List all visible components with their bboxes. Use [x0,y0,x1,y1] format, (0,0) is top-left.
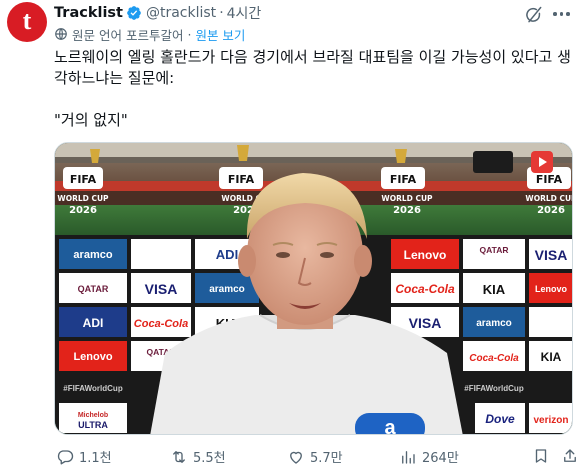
svg-text:QATAR: QATAR [480,245,509,255]
svg-text:Lenovo: Lenovo [404,248,447,262]
svg-text:ADI: ADI [216,247,238,262]
tweet-time[interactable]: 4시간 [227,3,262,23]
microphone: a [355,413,425,435]
mic-letter: a [384,417,396,435]
tweet-quote: "거의 없지" [54,111,128,129]
fifa-label: FIFA [70,173,97,186]
show-original-link[interactable]: 원본 보기 [195,25,245,44]
reply-icon [57,449,74,464]
fifa-label: FIFA [390,173,417,186]
bookmark-button[interactable] [532,447,555,465]
svg-text:Michelob: Michelob [78,412,108,419]
svg-text:Dove: Dove [485,412,515,426]
avatar-letter: t [22,6,32,35]
svg-text:aramco: aramco [209,284,245,295]
svg-text:Coca-Cola: Coca-Cola [469,353,519,364]
verified-badge-icon [127,6,141,20]
worldcup-label: WORLD CUP [381,194,433,203]
svg-text:Lenovo: Lenovo [73,351,112,363]
svg-text:VISA: VISA [409,315,442,331]
retweet-button[interactable]: 5.5천 [170,447,226,466]
tweet-media[interactable]: FIFA WORLD CUP 2026 FIFA WORLD CUP 2026 … [54,142,573,435]
share-icon [564,449,576,462]
fifa-label: FIFA [228,173,255,186]
reply-count: 1.1천 [79,451,112,466]
svg-text:verizon: verizon [533,415,568,426]
media-image: FIFA WORLD CUP 2026 FIFA WORLD CUP 2026 … [55,143,573,435]
worldcup-label: WORLD CUP [57,194,109,203]
svg-text:aramco: aramco [476,318,512,329]
tweet-header: Tracklist @tracklist · 4시간 [54,3,261,23]
reply-button[interactable]: 1.1천 [56,447,112,466]
svg-text:VISA: VISA [145,281,178,297]
avatar[interactable]: t [7,2,47,42]
views-icon [402,450,415,464]
action-bar: 1.1천 5.5천 5.7만 264만 [54,445,576,469]
svg-text:aramco: aramco [73,249,112,261]
svg-text:KIA: KIA [541,350,562,364]
translation-label: 원문 언어 포르투갈어 [72,27,184,43]
svg-text:ULTRA: ULTRA [78,420,108,430]
translation-separator: · [187,26,192,42]
svg-text:Lenovo: Lenovo [535,284,568,294]
like-count: 5.7만 [310,451,343,466]
year-label: 2026 [393,205,421,216]
worldcup-label: WORLD CUP [525,194,573,203]
fifa-label: FIFA [536,173,563,186]
svg-text:Coca-Cola: Coca-Cola [395,282,455,296]
translate-icon [55,28,67,40]
svg-text:#FIFAWorldCup: #FIFAWorldCup [63,384,123,393]
more-icon[interactable] [553,12,573,18]
svg-text:ADI: ADI [83,316,104,330]
retweet-count: 5.5천 [193,451,226,466]
grok-icon[interactable] [524,5,544,25]
svg-text:#FIFAWorldCup: #FIFAWorldCup [464,384,524,393]
header-separator: · [219,5,224,21]
views-count: 264만 [422,451,459,466]
views-button[interactable]: 264만 [399,447,459,466]
like-button[interactable]: 5.7만 [287,447,343,466]
svg-text:VISA: VISA [535,247,568,263]
retweet-icon [173,450,185,463]
bookmark-icon [535,449,547,463]
like-icon [290,451,302,464]
translation-row: 원문 언어 포르투갈어 · 원본 보기 [54,25,245,43]
svg-text:KIA: KIA [483,282,506,297]
share-button[interactable] [561,447,584,465]
year-label: 2026 [69,205,97,216]
author-handle[interactable]: @tracklist [146,5,216,21]
svg-text:Coca-Cola: Coca-Cola [134,318,188,330]
tweet-text: 노르웨이의 엘링 홀란드가 다음 경기에서 브라질 대표팀을 이길 가능성이 있… [54,48,571,87]
author-name[interactable]: Tracklist [54,5,123,21]
tv-logo [473,151,513,173]
svg-text:QATAR: QATAR [78,284,109,294]
year-label: 2026 [537,205,565,216]
